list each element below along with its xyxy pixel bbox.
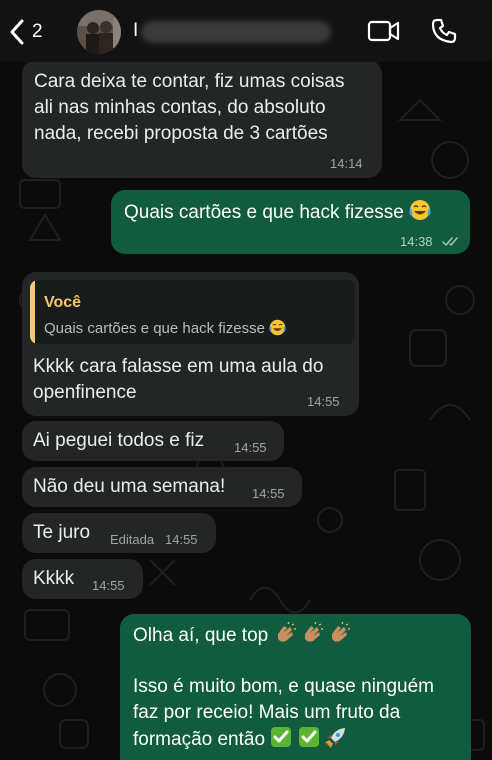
message-time: 14:55: [92, 578, 125, 593]
message-text: Não deu uma semana!: [33, 476, 226, 497]
clapping-hands-emoji: [274, 622, 351, 646]
message-incoming[interactable]: Kkkk 14:55: [22, 559, 143, 599]
message-time: 14:55: [234, 440, 267, 455]
quote-text-content: Quais cartões e que hack fizesse: [44, 320, 265, 337]
contact-name[interactable]: I: [133, 18, 333, 44]
message-text: Quais cartões e que hack fizesse: [124, 199, 431, 226]
message-text: Ai peguei todos e fiz: [33, 430, 205, 451]
unread-count: 2: [32, 21, 43, 42]
message-incoming-edited[interactable]: Te juro Editada 14:55: [22, 513, 216, 553]
message-text: Kkkk cara falasse em uma aula do openfin…: [33, 356, 324, 403]
quote-text: Quais cartões e que hack fizesse: [44, 316, 286, 342]
quote-author: Você: [44, 294, 82, 311]
message-outgoing[interactable]: Olha aí, que top Isso é muito bom, e qua…: [120, 614, 471, 760]
message-text: Te juro: [33, 522, 91, 543]
read-receipt-icon: [442, 237, 458, 246]
message-time: 14:55: [165, 532, 198, 547]
name-redaction-blur: [141, 21, 331, 43]
message-incoming[interactable]: Cara deixa te contar, fiz umas coisas al…: [22, 60, 382, 178]
face-with-tears-of-joy-emoji: [409, 200, 431, 220]
contact-avatar[interactable]: [77, 10, 121, 54]
message-time: 14:14: [330, 156, 363, 171]
quoted-message[interactable]: Você Quais cartões e que hack fizesse: [30, 280, 355, 344]
avatar-photo: [77, 10, 121, 54]
chevron-left-icon: [10, 19, 24, 45]
message-time: 14:38: [400, 234, 433, 249]
message-text: Kkkk: [33, 568, 75, 589]
message-outgoing[interactable]: Quais cartões e que hack fizesse 14:38: [111, 190, 470, 254]
quote-accent-bar: [30, 280, 35, 344]
message-body: Isso é muito bom, e quase ninguém faz po…: [133, 674, 434, 753]
message-time: 14:55: [307, 394, 340, 409]
voice-call-button[interactable]: [430, 17, 458, 45]
edited-label: Editada: [110, 532, 155, 547]
message-line1: Olha aí, que top: [133, 625, 269, 646]
chat-header: 2 I: [0, 0, 492, 62]
phone-icon: [431, 18, 457, 44]
message-incoming[interactable]: Não deu uma semana! 14:55: [22, 467, 302, 507]
message-text-content: Quais cartões e que hack fizesse: [124, 202, 404, 223]
message-incoming-reply[interactable]: Você Quais cartões e que hack fizesse Kk…: [22, 272, 359, 416]
message-text: Olha aí, que top: [133, 622, 351, 649]
video-camera-icon: [367, 20, 400, 42]
video-call-button[interactable]: [367, 18, 401, 44]
contact-name-text: I: [133, 20, 139, 41]
chat-screen: 2 I Cara deixa te contar, fiz umas coisa…: [0, 0, 492, 760]
message-incoming[interactable]: Ai peguei todos e fiz 14:55: [22, 421, 284, 461]
check-mark-emoji: [270, 727, 319, 750]
face-with-tears-of-joy-emoji: [269, 319, 286, 336]
rocket-emoji: [325, 728, 345, 748]
message-text: Cara deixa te contar, fiz umas coisas al…: [34, 71, 345, 144]
message-time: 14:55: [252, 486, 285, 501]
back-button[interactable]: 2: [8, 16, 43, 48]
